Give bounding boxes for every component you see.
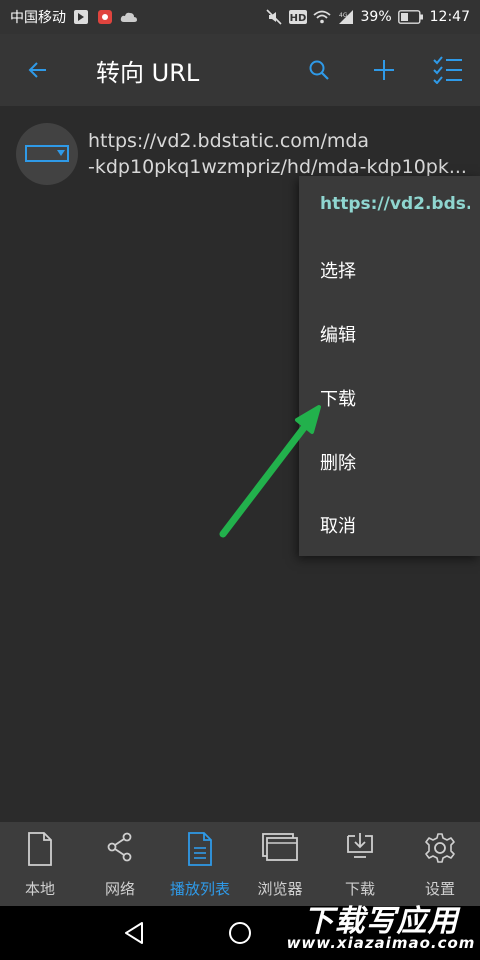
back-triangle-icon xyxy=(125,922,143,944)
tab-network[interactable]: 网络 xyxy=(80,822,160,906)
url-line-1: https://vd2.bdstatic.com/mda xyxy=(88,130,370,152)
cloud-icon xyxy=(120,9,138,25)
svg-text:4G: 4G xyxy=(339,12,348,19)
search-button[interactable] xyxy=(291,34,347,106)
url-text: https://vd2.bdstatic.com/mda -kdp10pkq1w… xyxy=(88,128,468,180)
page-title: 转向 URL xyxy=(96,58,200,87)
multi-select-button[interactable] xyxy=(420,34,476,106)
share-icon xyxy=(107,832,132,862)
status-right: HD 4G 39% 12:47 xyxy=(265,9,470,25)
arrow-app-icon xyxy=(72,9,90,25)
tab-playlist[interactable]: 播放列表 xyxy=(160,822,240,906)
carrier-label: 中国移动 xyxy=(10,10,66,26)
svg-text:HD: HD xyxy=(289,13,306,24)
plus-icon xyxy=(374,60,394,80)
menu-item-download[interactable]: 下载 xyxy=(299,366,480,430)
clock: 12:47 xyxy=(429,9,470,25)
tab-download[interactable]: 下载 xyxy=(320,822,400,906)
mute-icon xyxy=(265,9,283,25)
home-circle-icon xyxy=(229,922,251,944)
signal-4g-icon: 4G xyxy=(337,9,355,25)
checklist-icon xyxy=(433,56,462,84)
watermark: 下载写应用 www.xiazaimao.com xyxy=(286,896,476,958)
browser-icon xyxy=(262,833,298,861)
system-home-button[interactable] xyxy=(210,906,270,960)
app-bar: 转向 URL xyxy=(0,34,480,106)
system-back-button[interactable] xyxy=(104,906,164,960)
status-left: 中国移动 xyxy=(10,7,138,27)
tab-local[interactable]: 本地 xyxy=(0,822,80,906)
download-icon xyxy=(347,833,373,858)
watermark-url: www.xiazaimao.com xyxy=(286,934,476,952)
status-bar: 中国移动 HD 4G 39% 12:47 xyxy=(0,0,480,34)
add-button[interactable] xyxy=(356,34,412,106)
bottom-nav: 本地 网络 播放列表 浏览器 下载 设置 xyxy=(0,822,480,906)
video-file-icon xyxy=(16,123,78,185)
context-menu: https://vd2.bds.. 选择 编辑 下载 删除 取消 xyxy=(299,176,480,556)
gear-icon xyxy=(425,833,455,863)
back-button[interactable] xyxy=(10,34,66,106)
wifi-icon xyxy=(312,9,331,25)
tab-label: 网络 xyxy=(104,880,135,898)
playlist-icon xyxy=(188,832,212,866)
battery-percent: 39% xyxy=(360,9,392,25)
tab-label: 本地 xyxy=(24,880,55,898)
tab-browser[interactable]: 浏览器 xyxy=(240,822,320,906)
menu-item-cancel[interactable]: 取消 xyxy=(299,493,480,557)
menu-item-edit[interactable]: 编辑 xyxy=(299,302,480,366)
hd-icon: HD xyxy=(288,9,307,25)
menu-item-delete[interactable]: 删除 xyxy=(299,430,480,494)
menu-header: https://vd2.bds.. xyxy=(320,194,470,214)
tab-settings[interactable]: 设置 xyxy=(400,822,480,906)
search-icon xyxy=(309,60,329,80)
back-icon xyxy=(28,62,46,78)
tab-label: 播放列表 xyxy=(169,880,230,898)
red-app-icon xyxy=(96,9,114,25)
battery-icon xyxy=(397,9,424,25)
file-icon xyxy=(28,832,52,866)
menu-item-select[interactable]: 选择 xyxy=(299,238,480,302)
